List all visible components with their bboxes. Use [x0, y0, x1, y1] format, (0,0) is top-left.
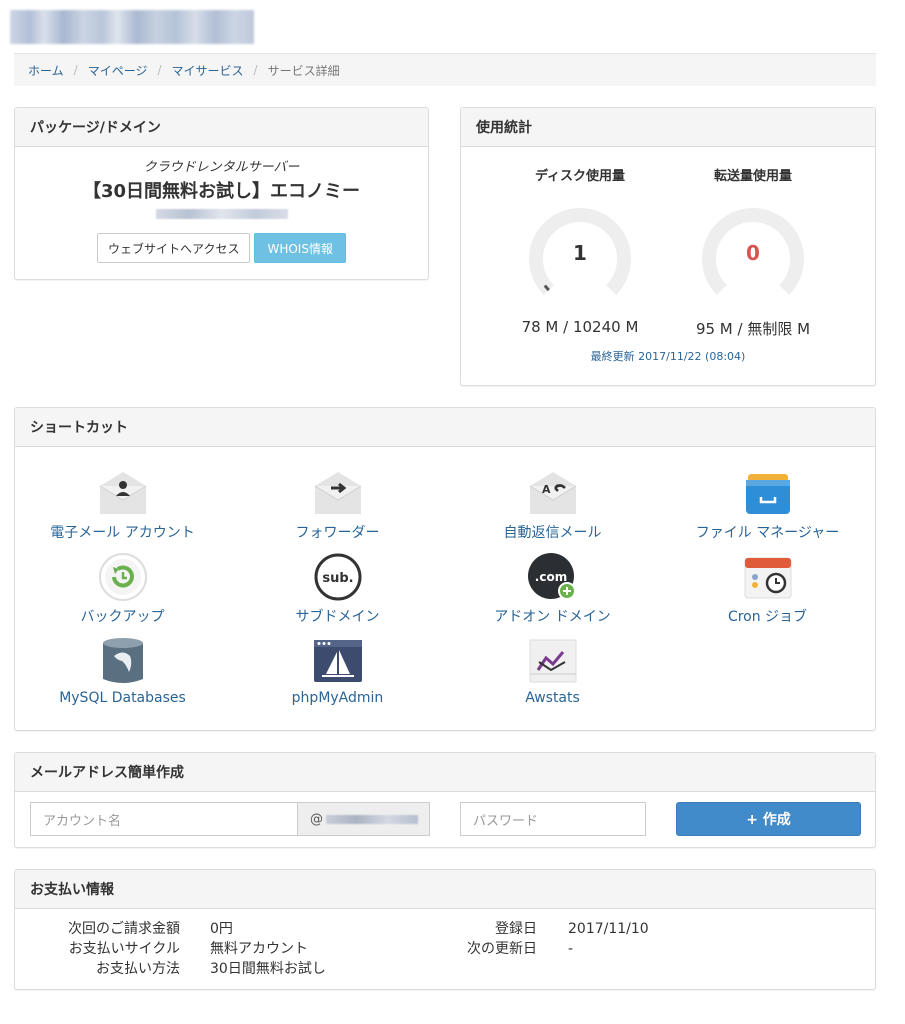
quick-email-panel: メールアドレス簡単作成 アカウント名 @ パスワード + 作成	[14, 752, 876, 848]
package-panel: パッケージ/ドメイン クラウドレンタルサーバー 【30日間無料お試し】エコノミー…	[14, 107, 429, 280]
package-name: 【30日間無料お試し】エコノミー	[82, 181, 361, 202]
subdomain-icon: sub.	[312, 552, 364, 602]
shortcut-label: 電子メール アカウント	[50, 525, 195, 541]
shortcut-forwarders[interactable]: フォワーダー	[230, 468, 445, 542]
svg-text:.com: .com	[534, 570, 566, 584]
billing-label-next-renewal: 次の更新日	[467, 941, 537, 957]
backup-icon	[97, 552, 149, 602]
billing-value-next-renewal: -	[568, 941, 574, 957]
shortcut-file-manager[interactable]: ファイル マネージャー	[660, 468, 875, 542]
autoresponder-icon: A	[527, 468, 579, 518]
billing-title: お支払い情報	[15, 870, 875, 909]
shortcut-autoresponders[interactable]: A 自動返信メール	[445, 468, 660, 542]
whois-button[interactable]: WHOIS情報	[254, 233, 346, 263]
usage-stats-panel: 使用統計 ディスク使用量 1 78 M / 10240 M 転送量使用量 0 9…	[460, 107, 876, 386]
disk-usage-gauge: 1	[525, 204, 635, 314]
billing-label-next-amount: 次回のご請求金額	[68, 921, 180, 937]
site-logo[interactable]	[10, 10, 254, 44]
svg-text:A: A	[542, 483, 551, 496]
shortcut-subdomains[interactable]: sub. サブドメイン	[230, 552, 445, 626]
usage-stats-title: 使用統計	[461, 108, 875, 147]
domain-addon: @	[298, 802, 430, 836]
shortcut-addon-domains[interactable]: .com アドオン ドメイン	[445, 552, 660, 626]
transfer-usage-value: 0	[746, 241, 760, 265]
shortcut-awstats[interactable]: Awstats	[445, 636, 660, 706]
breadcrumb-myservices[interactable]: マイサービス	[172, 62, 244, 79]
shortcut-label: Cron ジョブ	[727, 609, 808, 625]
transfer-usage-text: 95 M / 無制限 M	[695, 320, 811, 338]
addon-domain-icon: .com	[527, 552, 579, 602]
shortcut-label: バックアップ	[80, 609, 165, 625]
shortcuts-panel: ショートカット 電子メール アカウント フォワーダー A 自動返信メール ファイ…	[14, 407, 876, 731]
breadcrumb-mypage[interactable]: マイページ	[88, 62, 148, 79]
breadcrumb-current: サービス詳細	[267, 63, 340, 78]
billing-label-registered: 登録日	[495, 921, 537, 937]
breadcrumb-home[interactable]: ホーム	[28, 62, 64, 79]
stats-last-updated: 最終更新 2017/11/22 (08:04)	[590, 350, 746, 363]
shortcut-label: ファイル マネージャー	[695, 525, 840, 541]
shortcut-label: MySQL Databases	[59, 690, 186, 706]
shortcuts-title: ショートカット	[15, 408, 875, 447]
billing-value-next-amount: 0円	[210, 921, 233, 937]
shortcut-cron-jobs[interactable]: Cron ジョブ	[660, 552, 875, 626]
disk-usage-text: 78 M / 10240 M	[521, 318, 639, 336]
email-account-icon	[97, 468, 149, 518]
shortcut-phpmyadmin[interactable]: phpMyAdmin	[230, 636, 445, 706]
svg-text:sub.: sub.	[322, 571, 353, 586]
shortcut-label: 自動返信メール	[503, 525, 602, 541]
billing-value-registered: 2017/11/10	[568, 921, 649, 937]
awstats-icon	[527, 636, 579, 686]
breadcrumb: ホーム / マイページ / マイサービス / サービス詳細	[14, 53, 876, 86]
quick-email-title: メールアドレス簡単作成	[15, 753, 875, 792]
shortcut-email-accounts[interactable]: 電子メール アカウント	[15, 468, 230, 542]
billing-panel: お支払い情報 次回のご請求金額 0円 お支払いサイクル 無料アカウント お支払い…	[14, 869, 876, 990]
cron-icon	[742, 552, 794, 602]
disk-usage-block: ディスク使用量 1 78 M / 10240 M	[505, 165, 655, 336]
billing-label-method: お支払い方法	[96, 961, 180, 977]
shortcut-label: phpMyAdmin	[291, 690, 384, 706]
create-email-button[interactable]: + 作成	[676, 802, 861, 836]
shortcut-label: フォワーダー	[295, 525, 380, 541]
package-plan: クラウドレンタルサーバー	[143, 160, 300, 175]
package-domain-blurred	[155, 209, 288, 219]
shortcut-mysql[interactable]: MySQL Databases	[15, 636, 230, 706]
shortcut-backup[interactable]: バックアップ	[15, 552, 230, 626]
billing-value-cycle: 無料アカウント	[210, 941, 308, 957]
shortcut-label: アドオン ドメイン	[494, 609, 611, 625]
at-sign: @	[310, 811, 323, 827]
package-panel-title: パッケージ/ドメイン	[15, 108, 428, 147]
phpmyadmin-icon	[312, 636, 364, 686]
account-name-input[interactable]: アカウント名	[30, 802, 298, 836]
transfer-usage-block: 転送量使用量 0 95 M / 無制限 M	[678, 165, 828, 339]
visit-website-button[interactable]: ウェブサイトへアクセス	[97, 233, 251, 263]
shortcut-label: Awstats	[525, 690, 580, 706]
disk-usage-value: 1	[573, 241, 587, 265]
forwarder-icon	[312, 468, 364, 518]
transfer-usage-title: 転送量使用量	[713, 169, 792, 184]
shortcut-label: サブドメイン	[295, 609, 380, 625]
password-input[interactable]: パスワード	[460, 802, 646, 836]
billing-label-cycle: お支払いサイクル	[68, 941, 180, 957]
disk-usage-title: ディスク使用量	[534, 169, 626, 184]
transfer-usage-gauge: 0	[698, 204, 808, 314]
billing-value-method: 30日間無料お試し	[210, 961, 326, 977]
file-manager-icon	[742, 468, 794, 518]
mysql-icon	[97, 636, 149, 686]
domain-blurred	[326, 814, 418, 824]
